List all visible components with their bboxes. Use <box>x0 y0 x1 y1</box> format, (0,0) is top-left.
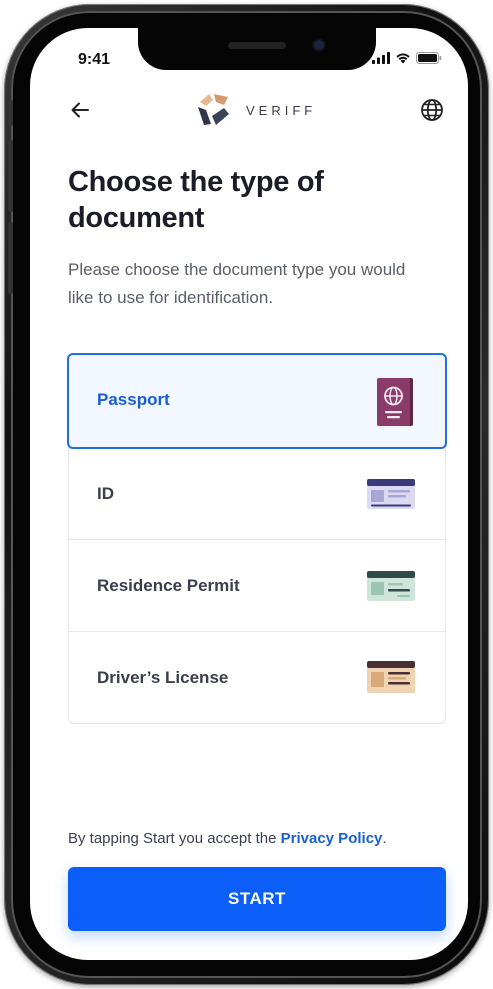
residence-permit-icon <box>367 571 415 601</box>
id-card-icon <box>367 479 415 509</box>
start-button[interactable]: START <box>68 867 446 931</box>
document-option-id[interactable]: ID <box>69 448 445 540</box>
passport-icon <box>377 378 413 426</box>
privacy-suffix: . <box>382 830 387 847</box>
globe-icon[interactable] <box>420 98 444 122</box>
speaker-grille <box>228 42 286 49</box>
document-type-list: Passport ID Residence Permit Driver’s Li… <box>67 353 447 724</box>
document-option-drivers-license[interactable]: Driver’s License <box>69 632 445 724</box>
drivers-license-icon <box>367 661 415 693</box>
volume-up-button <box>8 140 13 212</box>
battery-icon <box>416 52 442 64</box>
arrow-left-icon[interactable] <box>68 98 92 122</box>
logo-text: VERIFF <box>246 102 317 118</box>
document-option-label: Passport <box>97 390 170 409</box>
document-option-label: Driver’s License <box>97 668 229 687</box>
signal-icon <box>372 52 390 64</box>
document-option-label: Residence Permit <box>97 576 240 595</box>
notch <box>138 28 376 70</box>
page-title: Choose the type of document <box>68 166 324 234</box>
privacy-policy-link[interactable]: Privacy Policy <box>281 830 383 847</box>
veriff-logo: VERIFF <box>196 92 316 128</box>
privacy-prefix: By tapping Start you accept the <box>68 830 281 847</box>
document-option-label: ID <box>97 484 114 503</box>
privacy-notice: By tapping Start you accept the Privacy … <box>68 830 448 847</box>
front-camera <box>314 40 324 50</box>
page-subtitle: Please choose the document type you woul… <box>68 260 406 307</box>
phone-device: 9:41 VERIFF Choose the type of document … <box>0 0 493 989</box>
veriff-mark-icon <box>198 94 229 125</box>
top-bar: VERIFF <box>30 90 468 130</box>
status-time: 9:41 <box>78 51 111 68</box>
wifi-icon <box>396 53 410 64</box>
volume-down-button <box>8 222 13 294</box>
mute-switch <box>8 100 13 126</box>
app-screen: 9:41 VERIFF Choose the type of document … <box>30 28 468 960</box>
document-option-residence-permit[interactable]: Residence Permit <box>69 540 445 632</box>
document-option-passport[interactable]: Passport <box>67 353 447 449</box>
status-icons <box>372 52 442 64</box>
